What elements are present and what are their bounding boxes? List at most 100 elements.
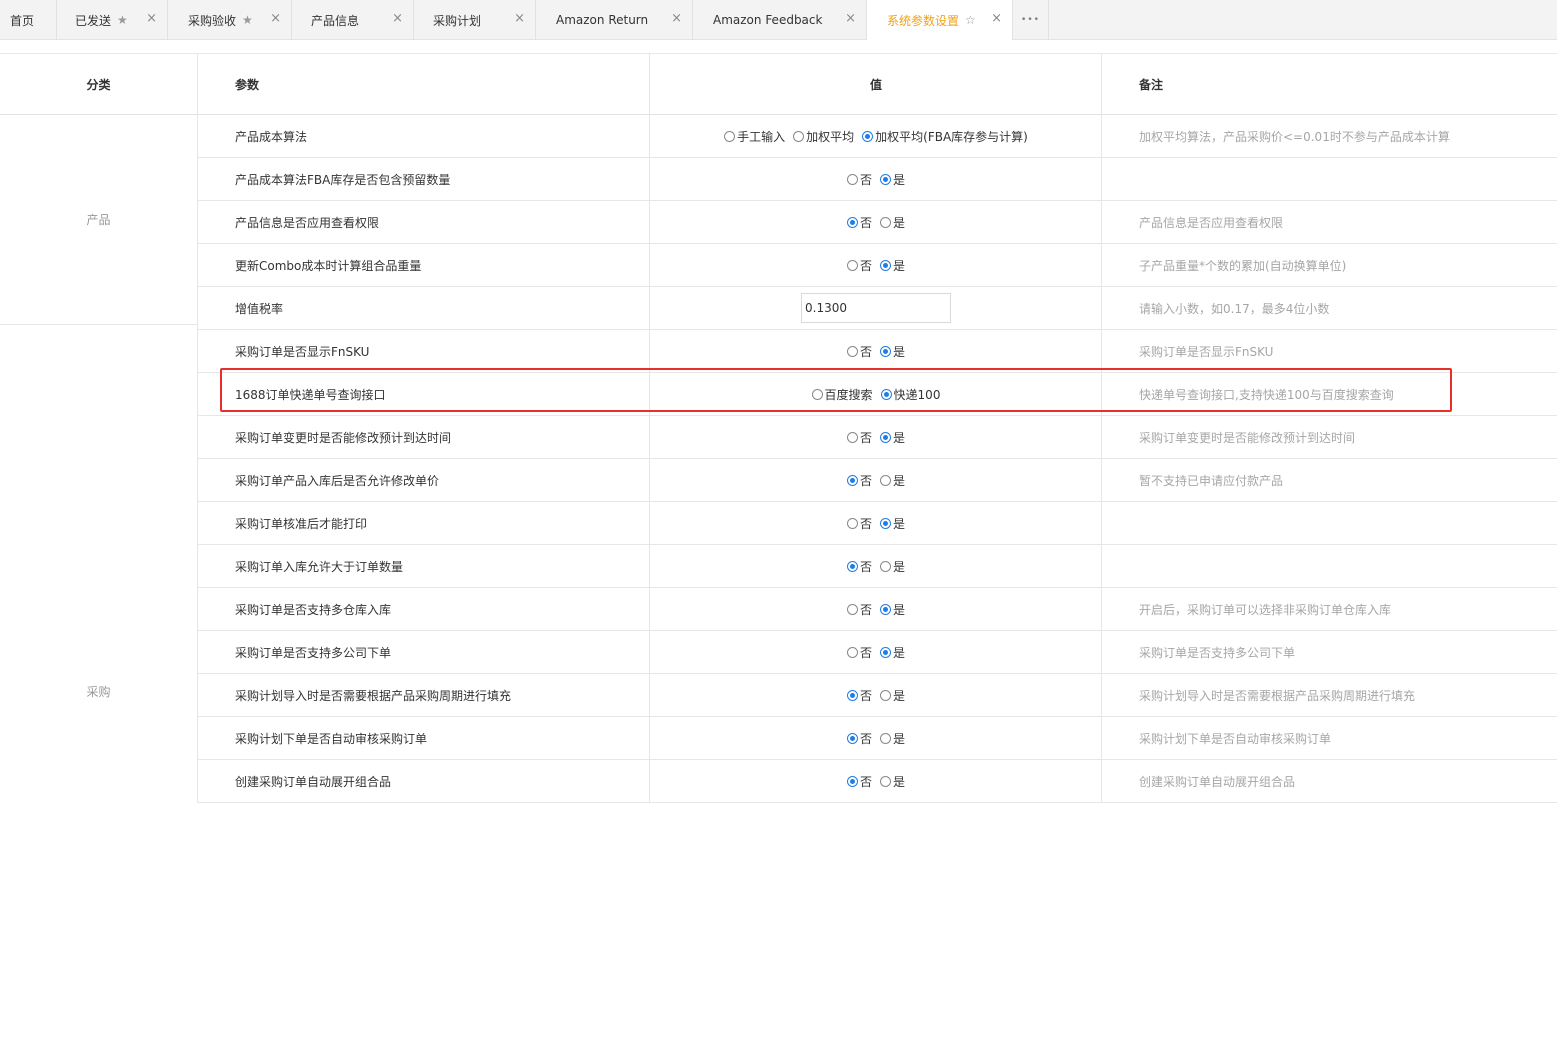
radio-checked-icon[interactable]: [846, 775, 858, 787]
radio-unchecked-icon[interactable]: [880, 560, 891, 572]
radio-unchecked-icon[interactable]: [846, 345, 858, 357]
radio-option[interactable]: 是: [880, 601, 905, 618]
radio-checked-icon[interactable]: [846, 560, 858, 572]
radio-unchecked-icon[interactable]: [811, 388, 823, 400]
table-row: 采购计划导入时是否需要根据产品采购周期进行填充否是采购计划导入时是否需要根据产品…: [197, 674, 1557, 717]
radio-option[interactable]: 是: [880, 214, 905, 231]
radio-checked-icon[interactable]: [880, 259, 891, 271]
param-label: 采购计划导入时是否需要根据产品采购周期进行填充: [235, 688, 512, 703]
radio-checked-icon[interactable]: [880, 345, 891, 357]
star-icon[interactable]: ★: [242, 13, 253, 27]
radio-option[interactable]: 是: [880, 429, 905, 446]
radio-option[interactable]: 是: [880, 687, 905, 704]
radio-option[interactable]: 否: [846, 773, 872, 790]
param-label: 产品成本算法: [235, 129, 308, 144]
radio-unchecked-icon[interactable]: [880, 689, 891, 701]
radio-option[interactable]: 加权平均(FBA库存参与计算): [862, 128, 1028, 145]
param-label: 产品信息是否应用查看权限: [235, 215, 380, 230]
radio-option[interactable]: 是: [880, 257, 905, 274]
radio-unchecked-icon[interactable]: [846, 431, 858, 443]
param-value: 否是: [650, 244, 1102, 286]
radio-option[interactable]: 手工输入: [724, 128, 785, 145]
radio-option[interactable]: 否: [846, 730, 872, 747]
radio-option[interactable]: 是: [880, 773, 905, 790]
radio-option[interactable]: 是: [880, 558, 905, 575]
tab-home[interactable]: 首页: [0, 0, 57, 40]
close-icon[interactable]: ×: [845, 12, 856, 26]
table-row: 更新Combo成本时计算组合品重量否是子产品重量*个数的累加(自动换算单位): [197, 244, 1557, 287]
radio-option[interactable]: 百度搜索: [811, 386, 873, 403]
radio-unchecked-icon[interactable]: [846, 173, 858, 185]
radio-option[interactable]: 加权平均: [793, 128, 854, 145]
radio-option[interactable]: 否: [846, 472, 872, 489]
radio-option[interactable]: 否: [846, 257, 872, 274]
param-label: 采购订单是否支持多仓库入库: [235, 602, 392, 617]
param-label: 采购计划下单是否自动审核采购订单: [235, 731, 428, 746]
radio-option[interactable]: 快递100: [880, 386, 940, 403]
radio-option[interactable]: 否: [846, 343, 872, 360]
radio-option[interactable]: 否: [846, 558, 872, 575]
radio-option[interactable]: 是: [880, 171, 905, 188]
radio-option[interactable]: 否: [846, 687, 872, 704]
radio-checked-icon[interactable]: [862, 130, 874, 142]
close-icon[interactable]: ×: [270, 12, 281, 26]
param-label: 采购订单变更时是否能修改预计到达时间: [235, 430, 452, 445]
star-icon[interactable]: ★: [117, 13, 128, 27]
radio-label: 加权平均: [806, 129, 855, 144]
tab-system-params[interactable]: 系统参数设置 ☆ ×: [867, 0, 1013, 40]
close-icon[interactable]: ×: [671, 12, 682, 26]
close-icon[interactable]: ×: [514, 12, 525, 26]
radio-unchecked-icon[interactable]: [880, 775, 891, 787]
radio-unchecked-icon[interactable]: [846, 603, 858, 615]
tab-sent[interactable]: 已发送 ★ ×: [57, 0, 168, 40]
tab-purchase-plan[interactable]: 采购计划 ×: [414, 0, 536, 40]
radio-option[interactable]: 否: [846, 644, 872, 661]
radio-option[interactable]: 是: [880, 472, 905, 489]
table-row: 采购订单变更时是否能修改预计到达时间否是采购订单变更时是否能修改预计到达时间: [197, 416, 1557, 459]
radio-checked-icon[interactable]: [846, 732, 858, 744]
radio-option[interactable]: 否: [846, 515, 872, 532]
radio-checked-icon[interactable]: [880, 173, 891, 185]
radio-unchecked-icon[interactable]: [846, 517, 858, 529]
radio-unchecked-icon[interactable]: [724, 130, 736, 142]
radio-option[interactable]: 否: [846, 171, 872, 188]
radio-checked-icon[interactable]: [880, 517, 891, 529]
radio-option[interactable]: 否: [846, 214, 872, 231]
radio-unchecked-icon[interactable]: [880, 474, 891, 486]
radio-checked-icon[interactable]: [880, 388, 892, 400]
radio-option[interactable]: 是: [880, 515, 905, 532]
radio-checked-icon[interactable]: [846, 216, 858, 228]
radio-unchecked-icon[interactable]: [846, 259, 858, 271]
tab-amazon-return[interactable]: Amazon Return ×: [536, 0, 693, 40]
radio-option[interactable]: 是: [880, 730, 905, 747]
radio-checked-icon[interactable]: [846, 689, 858, 701]
tab-purchase-inspection[interactable]: 采购验收 ★ ×: [168, 0, 292, 40]
radio-option[interactable]: 否: [846, 601, 872, 618]
more-tabs-button[interactable]: •••: [1013, 0, 1049, 40]
radio-checked-icon[interactable]: [880, 603, 891, 615]
close-icon[interactable]: ×: [146, 12, 157, 26]
table-row: 采购订单是否显示FnSKU 否是采购订单是否显示FnSKU: [197, 330, 1557, 373]
note-text: 采购订单是否支持多公司下单: [1139, 645, 1296, 660]
radio-option[interactable]: 否: [846, 429, 872, 446]
category-purchase: 采购: [86, 684, 111, 699]
param-value: 否是: [650, 760, 1102, 802]
close-icon[interactable]: ×: [991, 12, 1002, 26]
star-outline-icon[interactable]: ☆: [965, 13, 976, 27]
vat-rate-input[interactable]: 0.1300: [801, 293, 951, 323]
radio-label: 否: [859, 731, 872, 746]
radio-option[interactable]: 是: [880, 644, 905, 661]
radio-checked-icon[interactable]: [880, 431, 891, 443]
radio-label: 是: [893, 473, 906, 488]
tab-amazon-feedback[interactable]: Amazon Feedback ×: [693, 0, 867, 40]
radio-checked-icon[interactable]: [846, 474, 858, 486]
radio-unchecked-icon[interactable]: [846, 646, 858, 658]
radio-option[interactable]: 是: [880, 343, 905, 360]
radio-checked-icon[interactable]: [880, 646, 891, 658]
close-icon[interactable]: ×: [392, 12, 403, 26]
param-value: 否是: [650, 158, 1102, 200]
radio-unchecked-icon[interactable]: [880, 732, 891, 744]
radio-unchecked-icon[interactable]: [793, 130, 805, 142]
tab-product-info[interactable]: 产品信息 ×: [292, 0, 414, 40]
radio-unchecked-icon[interactable]: [880, 216, 891, 228]
